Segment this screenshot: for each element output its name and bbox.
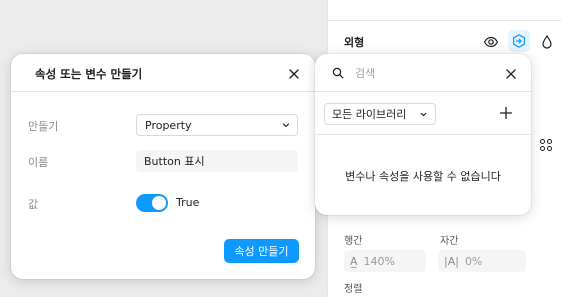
library-select-value: 모든 라이브러리 [332, 108, 407, 121]
letter-spacing-value: 0% [464, 254, 483, 268]
drop-icon[interactable] [536, 31, 558, 53]
create-property-dialog: 속성 또는 변수 만들기 만들기 Property 이름 Button 표시 값… [11, 54, 315, 279]
section-title-appearance: 외형 [344, 36, 365, 49]
empty-state-message: 변수나 속성을 사용할 수 없습니다 [345, 170, 501, 183]
line-height-icon: A̲ [350, 254, 358, 268]
dialog-header: 속성 또는 변수 만들기 [11, 54, 315, 92]
create-type-label: 만들기 [28, 120, 59, 133]
toggle-knob [152, 196, 166, 210]
apply-variable-icon[interactable] [508, 30, 530, 52]
search-input[interactable] [355, 65, 495, 81]
create-type-select[interactable]: Property [136, 114, 298, 136]
letter-spacing-icon: |A| [444, 254, 459, 268]
close-icon[interactable] [504, 66, 520, 82]
library-select[interactable]: 모든 라이브러리 [324, 103, 436, 125]
value-toggle-label: True [176, 196, 200, 209]
chevron-down-icon [282, 123, 290, 128]
variable-picker-popover: 모든 라이브러리 변수나 속성을 사용할 수 없습니다 [315, 54, 531, 215]
divider [328, 20, 561, 21]
grid-dots-icon[interactable] [535, 134, 557, 156]
chevron-down-icon [420, 112, 427, 117]
line-height-field[interactable]: A̲ 140% [344, 250, 426, 272]
dialog-title: 속성 또는 변수 만들기 [35, 67, 143, 81]
name-input[interactable]: Button 표시 [136, 150, 298, 172]
letter-spacing-field[interactable]: |A| 0% [438, 250, 526, 272]
value-label: 값 [28, 198, 39, 211]
value-toggle[interactable] [136, 194, 168, 212]
eye-icon[interactable] [480, 31, 502, 53]
plus-icon[interactable] [499, 106, 513, 120]
name-label: 이름 [28, 156, 49, 169]
line-height-value: 140% [363, 254, 395, 268]
search-row [315, 54, 531, 92]
line-height-label: 행간 [344, 236, 363, 247]
divider [315, 134, 531, 135]
search-icon [332, 67, 344, 79]
create-type-value: Property [145, 118, 192, 132]
create-property-button[interactable]: 속성 만들기 [224, 239, 299, 263]
align-label: 정렬 [344, 284, 363, 295]
letter-spacing-label: 자간 [440, 236, 459, 247]
close-icon[interactable] [287, 66, 303, 82]
